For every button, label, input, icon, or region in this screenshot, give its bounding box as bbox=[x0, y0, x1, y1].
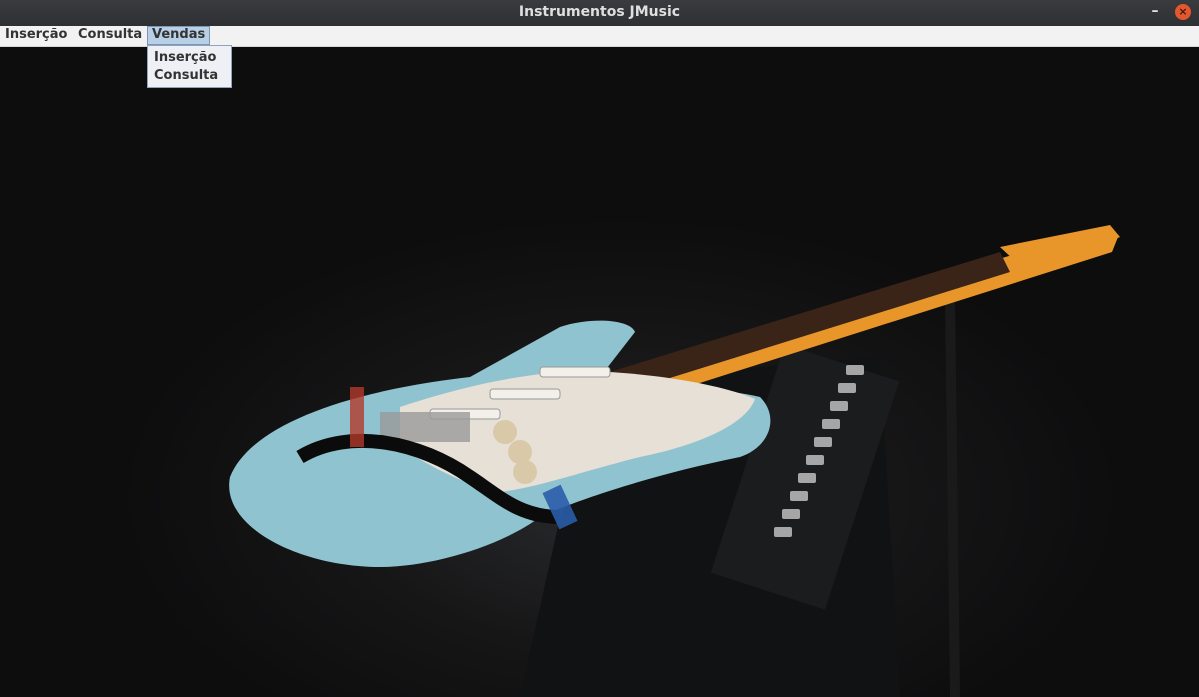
dropdown-item-insercao[interactable]: Inserção bbox=[154, 49, 216, 67]
guitar-photo-icon bbox=[229, 225, 1120, 697]
menu-insercao[interactable]: Inserção bbox=[1, 26, 71, 45]
window-title: Instrumentos JMusic bbox=[518, 4, 681, 20]
dropdown-item-consulta[interactable]: Consulta bbox=[154, 67, 218, 85]
window-titlebar: Instrumentos JMusic – × bbox=[0, 0, 1199, 26]
minimize-button[interactable]: – bbox=[1146, 3, 1164, 21]
close-button[interactable]: × bbox=[1175, 4, 1191, 20]
menu-bar: Inserção Consulta Vendas bbox=[0, 26, 1199, 47]
menu-vendas[interactable]: Vendas bbox=[147, 26, 211, 45]
menu-consulta[interactable]: Consulta bbox=[74, 26, 146, 45]
guitar-background-image bbox=[0, 47, 1199, 697]
vendas-dropdown-menu: Inserção Consulta bbox=[147, 45, 232, 88]
